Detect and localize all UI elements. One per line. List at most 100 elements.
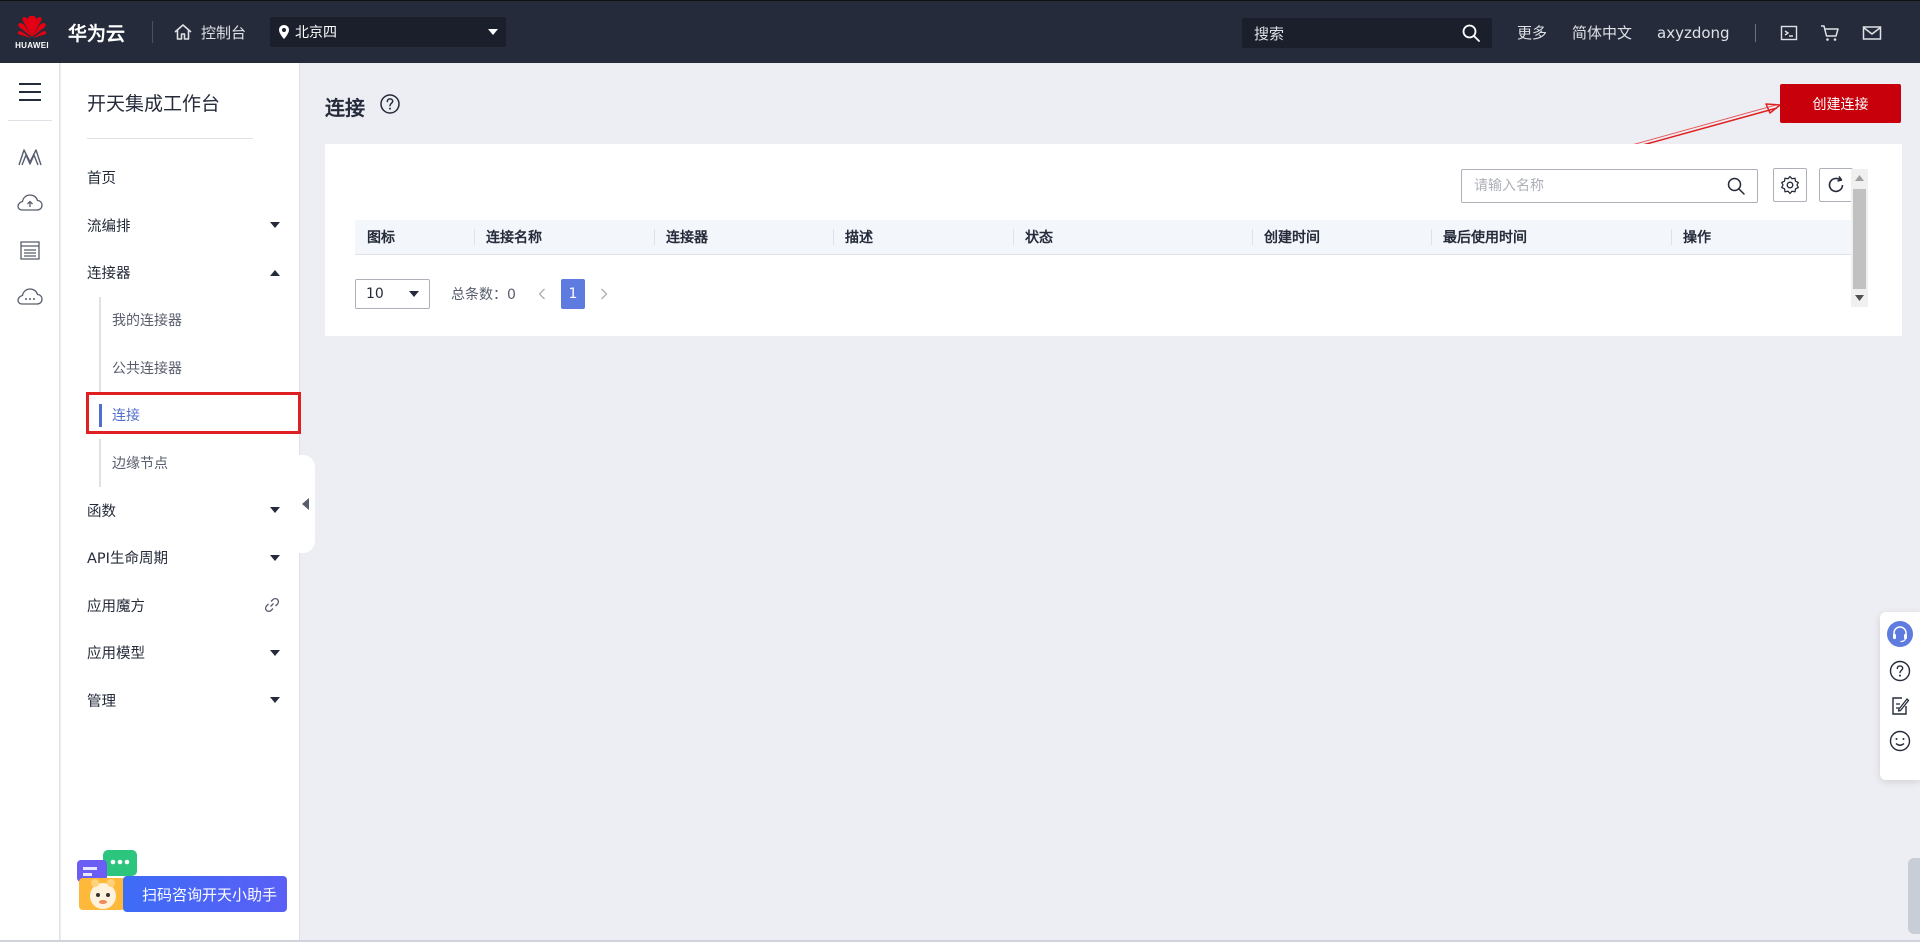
sidebar-item-app-cube[interactable]: 应用魔方 — [61, 582, 300, 630]
home-icon — [174, 24, 192, 40]
sidebar-item-connectors[interactable]: 连接器 — [61, 249, 300, 297]
cloud-more-icon[interactable] — [16, 287, 43, 307]
sidebar-item-label: 流编排 — [87, 218, 131, 235]
more-link[interactable]: 更多 — [1517, 22, 1547, 43]
name-search-input[interactable] — [1474, 178, 1727, 194]
qr-assistant-banner[interactable]: 扫码咨询开天小助手 — [75, 848, 287, 918]
logo-text: HUAWEI — [15, 40, 49, 50]
table-scrollbar[interactable] — [1851, 169, 1868, 307]
console-link[interactable]: 控制台 — [173, 22, 246, 43]
huawei-logo[interactable]: HUAWEI — [0, 1, 64, 64]
terminal-icon[interactable] — [1780, 24, 1798, 42]
connections-table-card: 图标 连接名称 连接器 描述 状态 创建时间 最后使用时间 操作 10 总条数：… — [325, 144, 1902, 336]
page-number-button[interactable]: 1 — [560, 279, 585, 309]
sidebar-item-functions[interactable]: 函数 — [61, 487, 300, 535]
side-drawer-handle[interactable] — [1908, 858, 1920, 934]
scroll-down-icon[interactable] — [1855, 295, 1864, 301]
floating-toolbar — [1880, 612, 1920, 780]
caret-down-icon — [270, 697, 280, 704]
caret-down-icon — [270, 507, 280, 514]
sidebar-item-label: 应用模型 — [87, 646, 145, 663]
search-icon[interactable] — [1462, 24, 1480, 42]
hamburger-icon — [18, 82, 41, 101]
cart-icon[interactable] — [1820, 24, 1840, 42]
top-navigation-bar: HUAWEI 华为云 控制台 北京四 搜索 更多 简体中文 axyzdong — [0, 0, 1920, 63]
sidebar-collapse-toggle[interactable] — [296, 455, 315, 553]
scrollbar-thumb[interactable] — [1853, 189, 1866, 289]
sidebar-item-edge-nodes[interactable]: 边缘节点 — [61, 439, 300, 487]
sidebar-item-api-lifecycle[interactable]: API生命周期 — [61, 534, 300, 582]
column-header-connector: 连接器 — [654, 220, 833, 254]
region-selector[interactable]: 北京四 — [270, 17, 507, 47]
pagination: 10 总条数：0 1 — [355, 279, 608, 309]
qr-banner-label: 扫码咨询开天小助手 — [141, 885, 277, 904]
global-search-input[interactable]: 搜索 — [1242, 18, 1492, 48]
sidebar-item-label: 公共连接器 — [112, 360, 182, 377]
sidebar-item-app-model[interactable]: 应用模型 — [61, 629, 300, 677]
collapse-left-icon — [302, 498, 309, 510]
refresh-button[interactable] — [1819, 168, 1853, 202]
page-size-select[interactable]: 10 — [355, 279, 430, 309]
model-arts-icon[interactable] — [17, 147, 43, 167]
create-connection-button[interactable]: 创建连接 — [1780, 84, 1901, 123]
region-label: 北京四 — [295, 25, 338, 41]
feedback-edit-icon[interactable] — [1888, 694, 1912, 718]
sidebar-item-flow[interactable]: 流编排 — [61, 202, 300, 250]
sidebar-item-connections[interactable]: 连接 — [61, 391, 301, 440]
sidebar-item-label: 连接器 — [87, 266, 131, 283]
sidebar-item-public-connectors[interactable]: 公共连接器 — [61, 344, 300, 392]
caret-down-icon — [270, 649, 280, 656]
table-header: 图标 连接名称 连接器 描述 状态 创建时间 最后使用时间 操作 — [355, 220, 1852, 255]
column-header-name: 连接名称 — [474, 220, 654, 254]
chevron-right-icon[interactable] — [600, 288, 608, 300]
scroll-up-icon[interactable] — [1855, 175, 1864, 181]
smiley-feedback-icon[interactable] — [1888, 729, 1912, 753]
console-label: 控制台 — [201, 23, 247, 42]
column-header-description: 描述 — [833, 220, 1013, 254]
name-search-box[interactable] — [1461, 169, 1758, 203]
gear-icon — [1781, 175, 1799, 195]
caret-up-icon — [270, 269, 280, 276]
search-icon[interactable] — [1727, 177, 1745, 195]
sidebar-item-my-connectors[interactable]: 我的连接器 — [61, 296, 300, 345]
sidebar-item-label: 我的连接器 — [112, 313, 182, 330]
column-header-actions: 操作 — [1671, 220, 1852, 254]
refresh-icon — [1828, 176, 1844, 193]
language-switch[interactable]: 简体中文 — [1572, 22, 1632, 43]
customer-service-icon[interactable] — [1886, 620, 1914, 648]
cloud-upload-icon[interactable] — [16, 193, 43, 213]
brand-name[interactable]: 华为云 — [68, 19, 130, 46]
caret-down-icon — [488, 29, 499, 35]
hamburger-menu-button[interactable] — [7, 63, 52, 121]
sidebar: 开天集成工作台 首页 流编排 连接器 我的连接器 公共连接器 连接 边缘节点 函… — [61, 63, 301, 942]
chevron-left-icon[interactable] — [538, 288, 546, 300]
divider — [87, 138, 253, 139]
global-search-placeholder: 搜索 — [1254, 24, 1285, 43]
caret-down-icon — [270, 222, 280, 229]
column-header-created-time: 创建时间 — [1252, 220, 1431, 254]
document-list-icon[interactable] — [18, 239, 42, 261]
divider — [152, 21, 153, 43]
help-icon[interactable] — [1888, 659, 1912, 683]
mail-icon[interactable] — [1862, 25, 1882, 41]
caret-down-icon — [270, 554, 280, 561]
caret-down-icon — [409, 291, 419, 297]
sidebar-item-label: 管理 — [87, 693, 116, 710]
sidebar-title: 开天集成工作台 — [87, 93, 221, 115]
sidebar-nav: 首页 流编排 连接器 我的连接器 公共连接器 连接 边缘节点 函数 API生命周… — [61, 154, 301, 725]
sidebar-item-label: API生命周期 — [87, 551, 168, 568]
sidebar-item-label: 连接 — [112, 408, 140, 425]
column-header-status: 状态 — [1013, 220, 1252, 254]
huawei-flower-icon — [17, 15, 47, 38]
help-icon[interactable] — [379, 93, 401, 115]
external-link-icon — [264, 598, 280, 613]
sidebar-item-home[interactable]: 首页 — [61, 154, 300, 202]
column-settings-button[interactable] — [1773, 168, 1807, 202]
connections-table: 图标 连接名称 连接器 描述 状态 创建时间 最后使用时间 操作 — [355, 220, 1852, 255]
total-count: 总条数：0 — [451, 287, 516, 303]
sidebar-item-label: 首页 — [87, 171, 116, 188]
username-menu[interactable]: axyzdong — [1657, 24, 1730, 42]
qr-banner-text-button[interactable]: 扫码咨询开天小助手 — [123, 876, 287, 912]
divider — [1754, 23, 1756, 42]
sidebar-item-management[interactable]: 管理 — [61, 677, 300, 725]
